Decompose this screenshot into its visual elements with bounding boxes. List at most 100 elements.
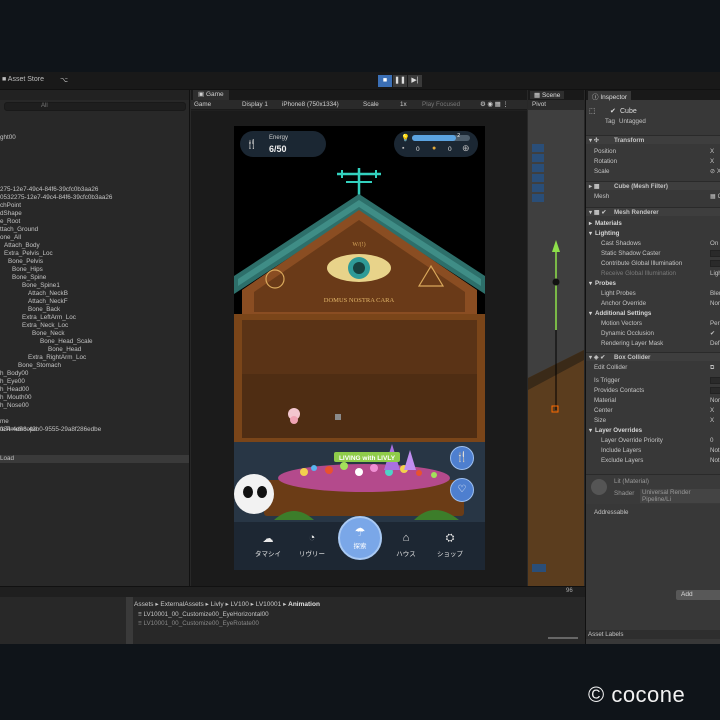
component-transform-header[interactable]: ▾ ✣ Transform xyxy=(586,135,720,144)
nav-explore[interactable]: ☂ 探索 xyxy=(338,516,382,560)
center-x-field[interactable]: X xyxy=(710,406,714,415)
hierarchy-item[interactable]: h_Head00 xyxy=(0,386,29,394)
hierarchy-item[interactable]: h_Mouth00 xyxy=(0,394,32,402)
pivot-dropdown[interactable]: Pivot xyxy=(532,101,546,108)
hierarchy-item[interactable]: Attach_Body xyxy=(4,242,40,250)
cast-shadows-dropdown[interactable]: On xyxy=(710,239,718,248)
active-checkbox[interactable]: ✔ xyxy=(610,107,616,116)
nav-shop[interactable]: ⛭ ショップ xyxy=(430,532,470,558)
hierarchy-item[interactable]: Extra_Neck_Loc xyxy=(22,322,68,330)
hierarchy-item[interactable]: Bone_Head_Scale xyxy=(40,338,93,346)
hierarchy-item[interactable]: one_All xyxy=(0,234,21,242)
tab-inspector[interactable]: ⓘ Inspector xyxy=(588,91,632,101)
pause-button[interactable]: ❚❚ xyxy=(393,75,407,87)
breadcrumb-animation[interactable]: Animation xyxy=(288,601,320,608)
motion-vectors-dropdown[interactable]: Per xyxy=(710,319,720,328)
component-box-collider-header[interactable]: ▾ ◈ ✔ Box Collider xyxy=(586,352,720,361)
hierarchy-item[interactable]: Bone_Hips xyxy=(12,266,43,274)
step-button[interactable]: ▶| xyxy=(408,75,422,87)
hierarchy-item[interactable]: h_Nose00 xyxy=(0,402,29,410)
hierarchy-item[interactable]: chPoint xyxy=(0,202,21,210)
dynamic-occlusion-checkbox[interactable]: ✔ xyxy=(710,329,715,338)
hierarchy-item[interactable]: Bone_Stomach xyxy=(18,362,61,370)
hierarchy-item[interactable]: Bone_Head xyxy=(48,346,81,354)
hierarchy-item[interactable]: Attach_NeckF xyxy=(28,298,68,306)
nav-soul[interactable]: ☁ タマシイ xyxy=(248,532,288,558)
component-mesh-renderer-header[interactable]: ▾ ▦ ✔ Mesh Renderer xyxy=(586,207,720,216)
hierarchy-item[interactable]: Extra_Pelvis_Loc xyxy=(4,250,53,258)
play-focused-dropdown[interactable]: Play Focused xyxy=(422,101,460,108)
food-button[interactable]: 🍴 xyxy=(450,446,474,470)
hierarchy-item[interactable]: 275-12e7-49c4-84f6-39cfc0b3aa26 xyxy=(0,186,98,194)
hierarchy-item[interactable]: Attach_NeckB xyxy=(28,290,68,298)
hierarchy-item[interactable]: me xyxy=(0,418,9,426)
component-mesh-filter-header[interactable]: ▸ ▦ Cube (Mesh Filter) xyxy=(586,181,720,190)
folder-tree-scrollbar[interactable] xyxy=(126,597,133,644)
hierarchy-item[interactable]: dShape xyxy=(0,210,22,218)
asset-item[interactable]: ≡ LV10001_00_Customize00_EyeHorizontal00 xyxy=(138,611,269,618)
hierarchy-item[interactable]: ttach_Ground xyxy=(0,226,38,234)
tag-dropdown[interactable]: Untagged xyxy=(619,117,646,126)
additional-settings-foldout[interactable]: ▾ Additional Settings xyxy=(586,309,720,318)
breadcrumb-externalassets[interactable]: ExternalAssets xyxy=(160,601,203,608)
contribute-gi-checkbox[interactable] xyxy=(710,260,720,267)
hierarchy-item[interactable]: Extra_LeftArm_Loc xyxy=(22,314,76,322)
game-mode-dropdown[interactable]: Game xyxy=(194,101,211,108)
breadcrumb-assets[interactable]: Assets xyxy=(134,601,154,608)
layer-overrides-foldout[interactable]: ▾ Layer Overrides xyxy=(586,426,720,435)
add-component-button[interactable]: Add xyxy=(676,590,720,600)
hierarchy-item[interactable]: h_Body00 xyxy=(0,370,28,378)
shader-dropdown[interactable]: Universal Render Pipeline/Li xyxy=(640,489,720,503)
hierarchy-section-load[interactable]: Load xyxy=(0,455,189,463)
hierarchy-item[interactable]: h_Eye00 xyxy=(0,378,25,386)
exclude-layers-dropdown[interactable]: Not xyxy=(710,456,720,465)
position-x-field[interactable]: X xyxy=(710,147,714,156)
add-currency-icon[interactable]: ⊕ xyxy=(462,143,470,154)
edit-collider-button[interactable]: ⧉ xyxy=(710,363,714,372)
asset-item[interactable]: ≡ LV10001_00_Customize00_EyeRotate00 xyxy=(138,620,259,627)
provides-contacts-checkbox[interactable] xyxy=(710,387,720,394)
anchor-override-field[interactable]: Non xyxy=(710,299,720,308)
rotation-x-field[interactable]: X xyxy=(710,157,714,166)
is-trigger-checkbox[interactable] xyxy=(710,377,720,384)
scale-link-icon[interactable]: ⊘ X xyxy=(710,167,720,176)
hierarchy-item[interactable]: ght00 xyxy=(0,134,16,142)
hierarchy-item[interactable]: Bone_Spine xyxy=(12,274,46,282)
hierarchy-item[interactable]: Bone_Pelvis xyxy=(8,258,43,266)
tab-scene[interactable]: ▦ Scene xyxy=(530,91,565,99)
hierarchy-item[interactable]: d34-4de8-42b0-9555-29a8f286edbe xyxy=(0,426,101,434)
nav-house[interactable]: ⌂ ハウス xyxy=(386,532,426,558)
play-button[interactable]: ■ xyxy=(378,75,392,87)
tab-game[interactable]: ▣ Game xyxy=(193,90,229,100)
probes-foldout[interactable]: ▾ Probes xyxy=(586,279,720,288)
breadcrumb-lv10001[interactable]: LV10001 xyxy=(256,601,282,608)
favorite-button[interactable]: ♡ xyxy=(450,478,474,502)
hierarchy-search[interactable]: All xyxy=(4,102,186,111)
rendering-layer-mask-dropdown[interactable]: Def xyxy=(710,339,720,348)
resolution-dropdown[interactable]: iPhone8 (750x1334) xyxy=(282,101,339,108)
lighting-foldout[interactable]: ▾ Lighting xyxy=(586,229,720,238)
light-probes-dropdown[interactable]: Blen xyxy=(710,289,720,298)
size-x-field[interactable]: X xyxy=(710,416,714,425)
hierarchy-item[interactable]: Bone_Neck xyxy=(32,330,65,338)
game-options-icons[interactable]: ⚙ ◉ ▦ ⋮ xyxy=(480,101,509,108)
breadcrumb-livly[interactable]: Livly xyxy=(211,601,224,608)
hierarchy-item[interactable]: Extra_RightArm_Loc xyxy=(28,354,86,362)
hierarchy-item[interactable]: Bone_Back xyxy=(28,306,60,314)
hierarchy-item[interactable]: Bone_Spine1 xyxy=(22,282,60,290)
mesh-field[interactable]: ▦ C xyxy=(710,192,720,201)
object-name-field[interactable]: Cube xyxy=(620,107,637,116)
hierarchy-item[interactable]: e_Root xyxy=(0,218,20,226)
asset-store-button[interactable]: ■ Asset Store xyxy=(2,76,44,83)
materials-foldout[interactable]: ▸ Materials xyxy=(586,219,720,228)
static-shadow-checkbox[interactable] xyxy=(710,250,720,257)
include-layers-dropdown[interactable]: Not xyxy=(710,446,720,455)
version-control-icon[interactable]: ⌥ xyxy=(60,76,68,84)
breadcrumb-lv100[interactable]: LV100 xyxy=(231,601,249,608)
hierarchy-item[interactable]: 0532275-12e7-49c4-84f6-39cfc0b3aa26 xyxy=(0,194,112,202)
nav-livly[interactable]: ◔ リヴリー xyxy=(292,532,332,558)
material-field[interactable]: Non xyxy=(710,396,720,405)
display-dropdown[interactable]: Display 1 xyxy=(242,101,268,108)
asset-labels-bar[interactable]: Asset Labels xyxy=(586,630,720,639)
layer-override-priority-field[interactable]: 0 xyxy=(710,436,713,445)
